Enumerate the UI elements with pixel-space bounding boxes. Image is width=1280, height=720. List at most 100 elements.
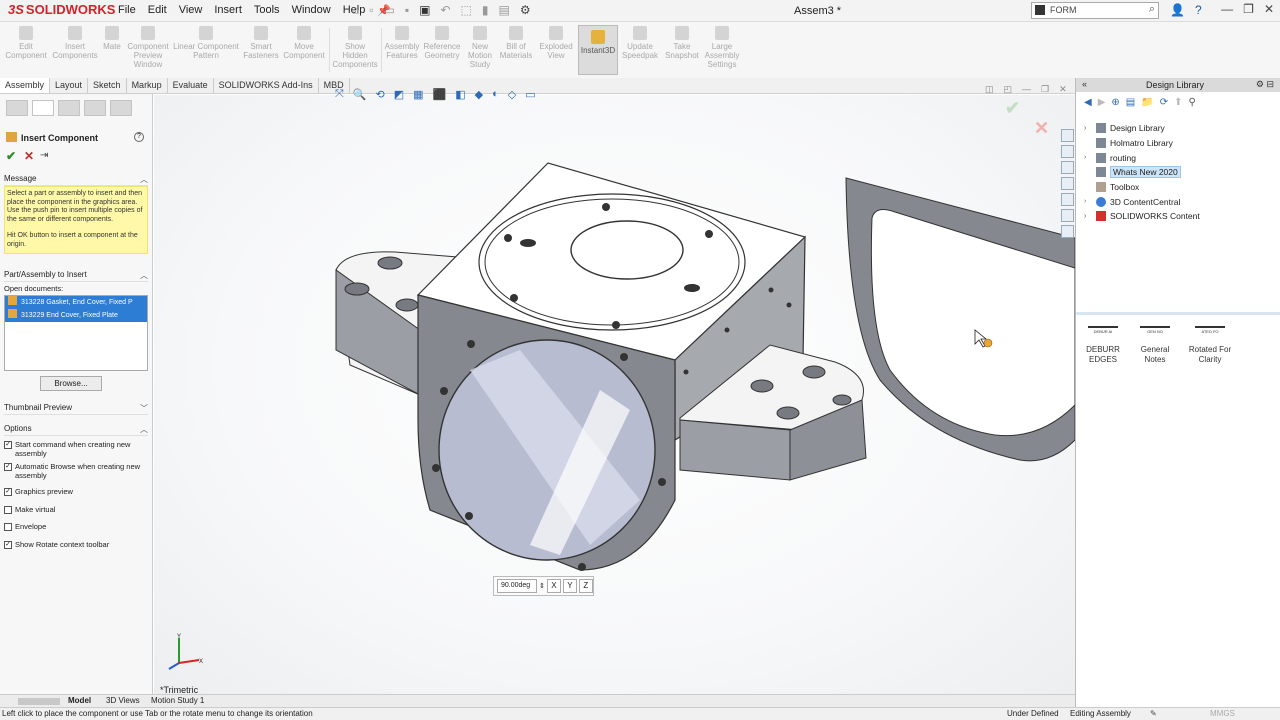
design-library-settings-icon[interactable]: ⚲ <box>1188 97 1195 108</box>
solidworks-logo[interactable]: 3S SOLIDWORKS <box>8 2 115 17</box>
display-style-icon[interactable]: ◧ <box>455 88 465 101</box>
section-view-icon[interactable]: ◩ <box>394 88 404 101</box>
checkbox[interactable]: ✓ <box>4 463 12 471</box>
undo-icon[interactable]: ↶ <box>440 3 450 17</box>
view-palette-icon[interactable] <box>1061 177 1074 190</box>
list-item[interactable]: 313229 End Cover, Fixed Plate <box>5 309 147 322</box>
instant3d-button[interactable]: Instant3D <box>578 25 618 75</box>
message-header[interactable]: Message ︿ <box>4 174 148 186</box>
keep-visible-pin-icon[interactable]: ⇥ <box>40 150 48 161</box>
thumbnail-preview-header[interactable]: Thumbnail Preview ﹀ <box>4 403 148 415</box>
mate-button[interactable]: Mate <box>100 26 124 51</box>
list-item[interactable]: 313228 Gasket, End Cover, Fixed P <box>5 296 147 309</box>
rebuild-icon[interactable]: ▮ <box>482 3 489 17</box>
menu-edit[interactable]: Edit <box>148 4 167 17</box>
options-header[interactable]: Options ︿ <box>4 424 148 436</box>
minimize-icon[interactable]: — <box>1221 2 1233 16</box>
edit-component-button[interactable]: Edit Component <box>4 26 48 60</box>
browse-button[interactable]: Browse... <box>40 376 102 391</box>
menu-window[interactable]: Window <box>292 4 331 17</box>
large-assembly-settings-button[interactable]: Large Assembly Settings <box>702 26 742 69</box>
view-settings-icon[interactable]: ▭ <box>525 88 535 101</box>
tab-layout[interactable]: Layout <box>50 78 89 93</box>
collapse-pane-icon[interactable]: « <box>1082 79 1087 89</box>
restore-icon[interactable]: ❐ <box>1243 2 1254 16</box>
hide-show-items-icon[interactable]: ◆ <box>475 88 483 101</box>
rotate-z-button[interactable]: Z <box>578 579 593 593</box>
cancel-button[interactable]: ✕ <box>24 149 34 163</box>
checkbox[interactable] <box>4 505 12 514</box>
take-snapshot-button[interactable]: Take Snapshot <box>662 26 702 60</box>
tree-node-holmatro-library[interactable]: Holmatro Library <box>1084 136 1200 151</box>
design-library-icon[interactable] <box>1061 145 1074 158</box>
help-icon[interactable]: ? <box>1195 3 1202 17</box>
confirmation-ok-icon[interactable]: ✔ <box>1005 98 1020 119</box>
checkbox[interactable]: ✓ <box>4 488 12 496</box>
part-to-insert-header[interactable]: Part/Assembly to Insert ︿ <box>4 270 148 282</box>
confirmation-cancel-icon[interactable]: ✕ <box>1034 118 1049 139</box>
open-documents-list[interactable]: 313228 Gasket, End Cover, Fixed P 313229… <box>4 295 148 371</box>
graphics-area[interactable] <box>154 95 1076 694</box>
configuration-manager-tab-icon[interactable] <box>58 100 80 116</box>
property-manager-tab-icon[interactable] <box>32 100 54 116</box>
rotate-x-button[interactable]: X <box>546 579 561 593</box>
option-automatic-browse[interactable]: ✓ Automatic Browse when creating new asse… <box>4 462 148 480</box>
bill-of-materials-button[interactable]: Bill of Materials <box>498 26 534 60</box>
viewport-close-icon[interactable]: ✕ <box>1059 84 1067 95</box>
expand-chevron-icon[interactable]: ﹀ <box>140 403 148 414</box>
tree-node-routing[interactable]: › routing <box>1084 150 1200 165</box>
zoom-to-area-icon[interactable]: 🔍 <box>353 88 367 101</box>
create-new-folder-icon[interactable]: 📁 <box>1141 97 1153 108</box>
help-icon[interactable]: ? <box>134 132 144 142</box>
forward-icon[interactable]: ▶ <box>1098 97 1106 108</box>
option-make-virtual[interactable]: Make virtual <box>4 505 148 515</box>
save-icon[interactable]: ▪ <box>405 3 409 17</box>
checkbox[interactable]: ✓ <box>4 540 12 549</box>
library-item-rotated-for-clarity[interactable]: ATED FO Rotated For Clarity <box>1188 326 1232 365</box>
exploded-view-button[interactable]: Exploded View <box>536 26 576 60</box>
show-hidden-components-button[interactable]: Show Hidden Components <box>332 26 378 69</box>
smart-fasteners-button[interactable]: Smart Fasteners <box>242 26 280 60</box>
tree-node-solidworks-content[interactable]: › SOLIDWORKS Content <box>1084 209 1200 224</box>
option-graphics-preview[interactable]: ✓ Graphics preview <box>4 487 148 497</box>
up-one-level-icon[interactable]: ⬆ <box>1174 97 1182 108</box>
dimxpert-tab-icon[interactable] <box>84 100 106 116</box>
assembly-features-button[interactable]: Assembly Features <box>384 26 420 60</box>
tab-evaluate[interactable]: Evaluate <box>168 78 214 93</box>
back-icon[interactable]: ◀ <box>1084 97 1092 108</box>
new-motion-study-button[interactable]: New Motion Study <box>464 26 496 69</box>
tab-model[interactable]: Model <box>68 696 91 705</box>
add-file-location-icon[interactable]: ▤ <box>1126 97 1135 108</box>
refresh-icon[interactable]: ⟳ <box>1160 97 1168 108</box>
component-preview-window-button[interactable]: Component Preview Window <box>126 26 170 69</box>
forum-icon[interactable] <box>1061 225 1074 238</box>
pane-options-icon[interactable]: ⚙ ⊟ <box>1256 79 1274 90</box>
tab-assembly[interactable]: Assembly <box>0 78 51 93</box>
option-show-rotate-toolbar[interactable]: ✓ Show Rotate context toolbar <box>4 540 148 550</box>
apply-scene-icon[interactable]: ◇ <box>508 88 516 101</box>
appearances-icon[interactable] <box>1061 193 1074 206</box>
angle-spinner-icon[interactable]: ⇕ <box>539 582 545 590</box>
collapse-chevron-icon[interactable]: ︿ <box>140 270 148 281</box>
dynamic-annotation-icon[interactable]: ▦ <box>413 88 423 101</box>
tile-icon[interactable]: ◰ <box>1004 84 1013 95</box>
end-cover-plate-preview[interactable] <box>845 177 1076 462</box>
menu-insert[interactable]: Insert <box>214 4 242 17</box>
search-icon[interactable]: ⌕ <box>1149 3 1155 16</box>
tree-node-toolbox[interactable]: Toolbox <box>1084 180 1200 195</box>
options-gear-icon[interactable]: ⚙ <box>520 3 531 17</box>
ok-button[interactable]: ✔ <box>6 149 16 163</box>
tab-scroll-icon[interactable] <box>18 698 60 705</box>
expand-icon[interactable]: › <box>1084 213 1096 220</box>
tree-node-whats-new-2020[interactable]: Whats New 2020 <box>1084 165 1200 180</box>
tab-motion-study-1[interactable]: Motion Study 1 <box>151 696 204 705</box>
select-icon[interactable]: ⬚ <box>461 3 472 17</box>
file-explorer-icon[interactable] <box>1061 161 1074 174</box>
solidworks-resources-icon[interactable] <box>1061 129 1074 142</box>
update-speedpak-button[interactable]: Update Speedpak <box>620 26 660 60</box>
home-icon[interactable]: ⌂ <box>352 3 359 17</box>
previous-view-icon[interactable]: ⟲ <box>376 88 385 101</box>
display-manager-tab-icon[interactable] <box>110 100 132 116</box>
pane-splitter[interactable] <box>1076 312 1280 315</box>
expand-icon[interactable]: › <box>1084 125 1096 132</box>
